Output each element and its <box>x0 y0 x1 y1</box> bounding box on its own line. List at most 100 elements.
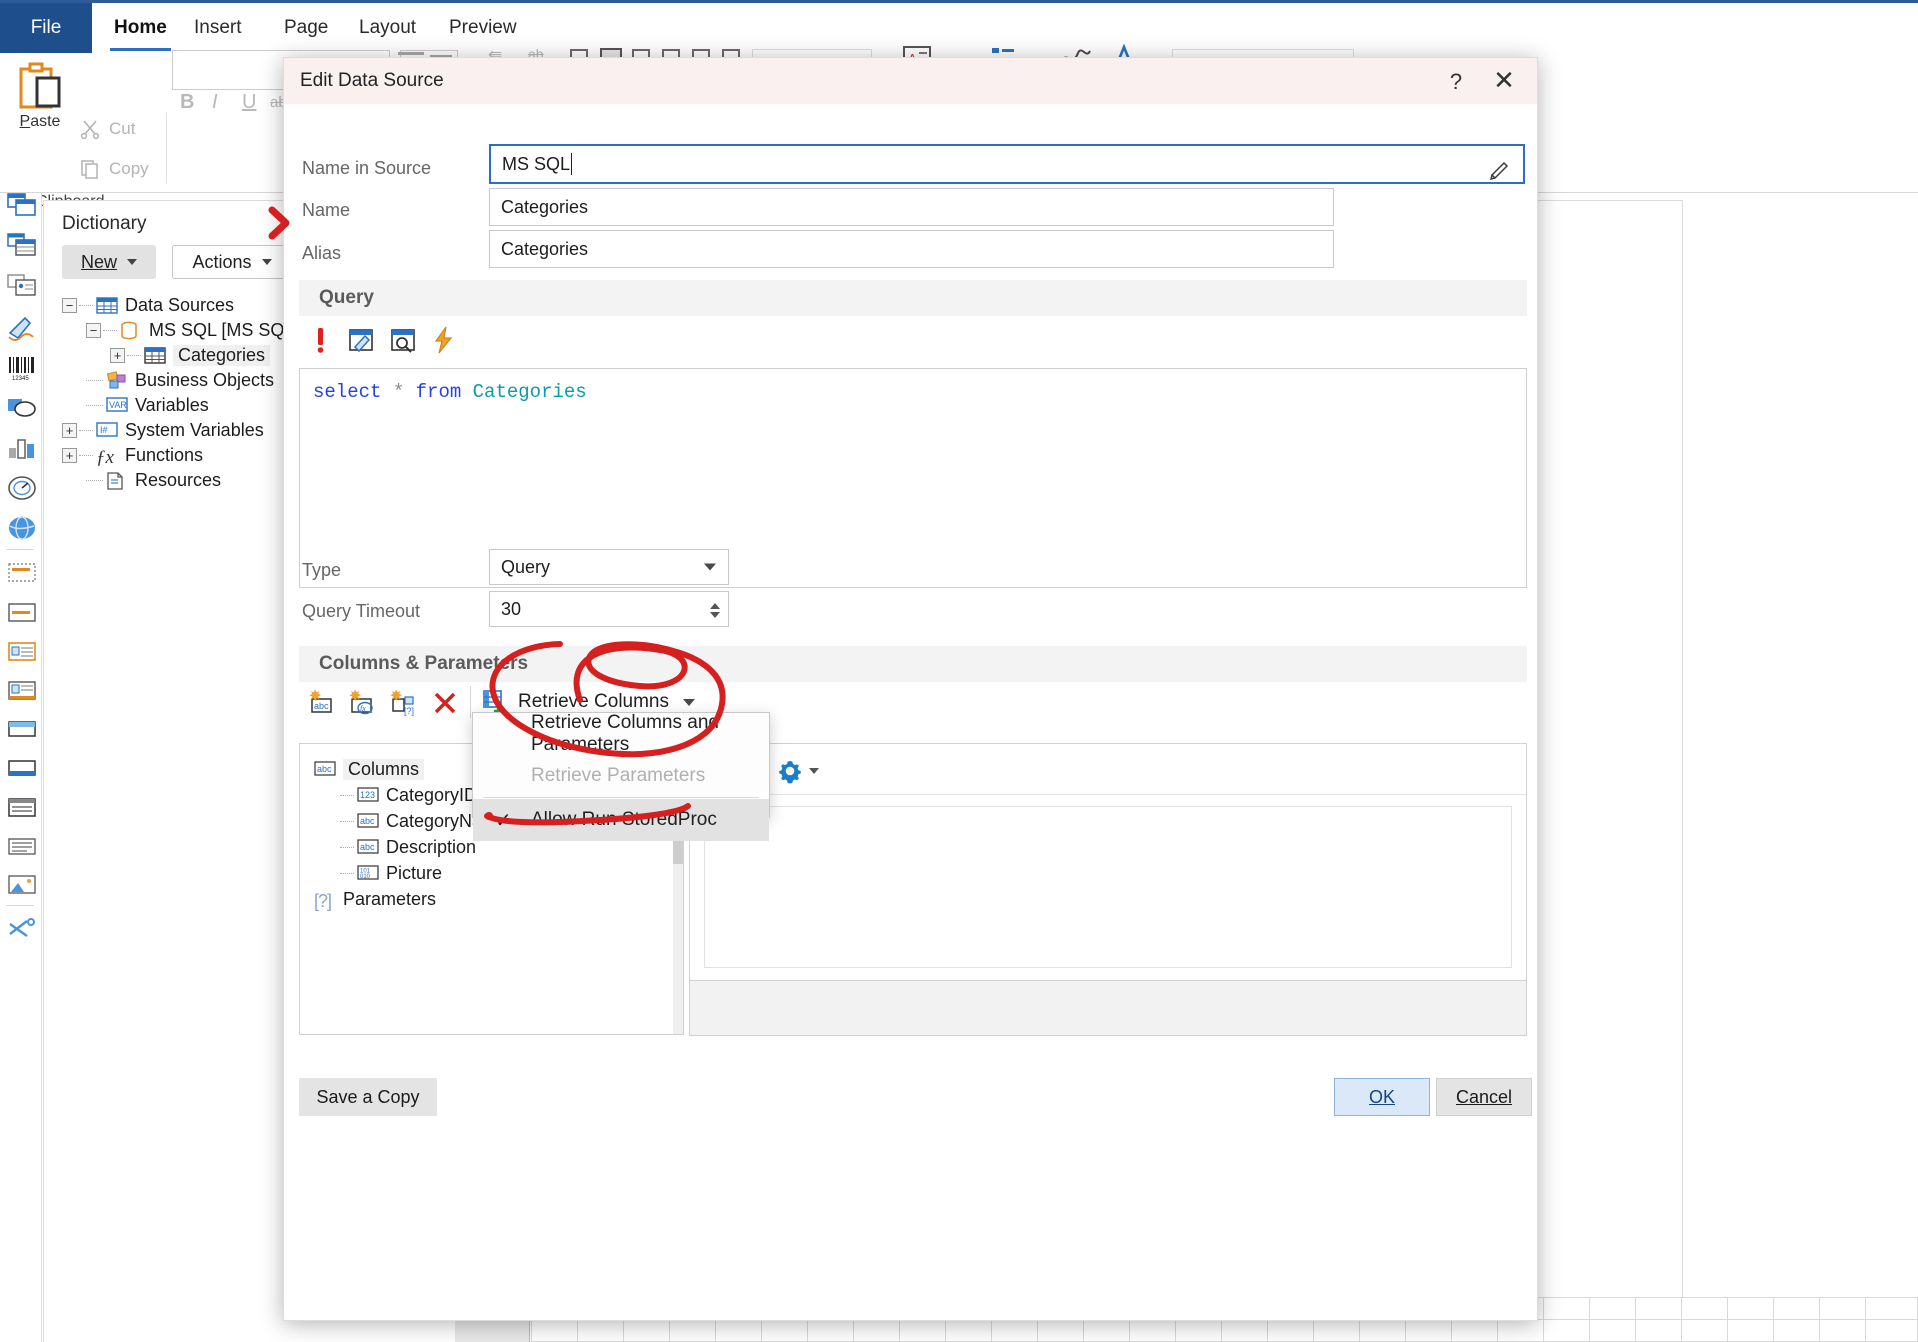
preview-query-icon[interactable] <box>390 328 418 356</box>
type-select[interactable]: Query <box>489 549 729 585</box>
chevron-down-icon[interactable] <box>683 698 695 706</box>
name-in-source-input[interactable]: MS SQL <box>489 144 1525 184</box>
chevron-down-icon <box>704 563 716 571</box>
underline-button[interactable]: U <box>242 91 256 114</box>
header-band-icon[interactable] <box>7 718 37 744</box>
tree-node-resources[interactable]: Resources <box>62 468 299 493</box>
expander-plus-icon[interactable]: + <box>62 423 77 438</box>
tree-node-business-objects[interactable]: Business Objects <box>62 368 299 393</box>
tab-page-label: Page <box>284 17 329 38</box>
expander-plus-icon[interactable]: + <box>110 348 125 363</box>
red-arrow-icon <box>268 206 290 240</box>
shape-icon[interactable] <box>7 396 37 422</box>
svg-text:abc: abc <box>360 842 375 852</box>
columns-node-parameters[interactable]: [?] Parameters <box>314 886 507 912</box>
tab-home[interactable]: Home <box>100 3 181 53</box>
spinner-up-icon[interactable] <box>710 602 720 609</box>
parameter-icon: [?] <box>314 890 332 911</box>
tree-label: System Variables <box>125 420 264 440</box>
report-title-band-icon[interactable] <box>7 561 37 587</box>
menu-item-retrieve-columns-and-parameters[interactable]: Retrieve Columns and Parameters <box>473 712 769 755</box>
properties-panel[interactable] <box>689 743 1527 981</box>
cancel-button[interactable]: Cancel <box>1436 1078 1532 1116</box>
name-in-source-label: Name in Source <box>302 158 432 178</box>
expander-minus-icon[interactable]: − <box>86 323 101 338</box>
run-query-icon[interactable] <box>432 326 460 354</box>
tab-insert[interactable]: Insert <box>180 3 256 53</box>
text-band-icon[interactable] <box>7 835 37 861</box>
paste-button[interactable]: PPasteaste <box>10 61 70 166</box>
delete-icon[interactable] <box>432 690 460 718</box>
tab-preview[interactable]: Preview <box>435 3 531 53</box>
barcode-icon[interactable]: 12345 <box>7 355 37 382</box>
actions-button[interactable]: Actions <box>172 245 292 279</box>
group-header-band-icon[interactable] <box>7 640 37 666</box>
menu-item-allow-run-storedproc[interactable]: ✓ Allow Run StoredProc <box>473 799 769 841</box>
cut-button[interactable]: Cut <box>80 119 135 140</box>
query-section-title: Query <box>319 287 374 308</box>
chevron-down-icon[interactable] <box>809 768 819 774</box>
bold-button[interactable]: B <box>180 91 194 114</box>
map-globe-icon[interactable] <box>7 515 37 541</box>
tool-rail: 12345 <box>0 193 42 1342</box>
tools-icon[interactable] <box>7 916 37 942</box>
tree-node-variables[interactable]: VAR Variables <box>62 393 299 418</box>
copy-button[interactable]: Copy <box>80 159 149 179</box>
tab-layout[interactable]: Layout <box>345 3 430 53</box>
group-footer-band-icon[interactable] <box>7 679 37 705</box>
spinner-down-icon[interactable] <box>710 611 720 618</box>
help-button[interactable]: ? <box>1443 69 1469 95</box>
ok-button[interactable]: OK <box>1334 1078 1430 1116</box>
alias-input[interactable]: Categories <box>489 230 1334 268</box>
error-icon[interactable] <box>308 326 336 354</box>
name-input[interactable]: Categories <box>489 188 1334 226</box>
tree-node-ms-sql[interactable]: − MS SQL [MS SQL] <box>62 318 299 343</box>
tree-label: Business Objects <box>135 370 275 390</box>
table-band-icon[interactable] <box>7 796 37 822</box>
expander-minus-icon[interactable]: − <box>62 298 77 313</box>
new-button[interactable]: New <box>62 245 156 279</box>
footer-band-icon[interactable] <box>7 757 37 783</box>
query-timeout-input[interactable]: 30 <box>489 591 729 627</box>
ok-label: OK <box>1368 1086 1395 1107</box>
new-expression-column-icon[interactable]: fx <box>348 688 376 716</box>
edit-query-icon[interactable] <box>348 328 376 356</box>
tree-node-functions[interactable]: + ƒx Functions <box>62 443 299 468</box>
expander-plus-icon[interactable]: + <box>62 448 77 463</box>
tab-insert-label: Insert <box>194 17 242 38</box>
sql-editor[interactable]: select * from Categories <box>299 368 1527 588</box>
italic-button[interactable]: I <box>212 91 218 114</box>
tab-page[interactable]: Page <box>270 3 342 53</box>
close-button[interactable]: ✕ <box>1491 67 1517 93</box>
system-variable-icon: I# <box>96 422 118 439</box>
alias-value: Categories <box>501 238 589 259</box>
chart-icon[interactable] <box>7 436 37 462</box>
svg-text:VAR: VAR <box>109 400 127 410</box>
spinner-buttons[interactable] <box>703 593 727 627</box>
page-header-band-icon[interactable] <box>7 601 37 627</box>
new-column-icon[interactable]: abc <box>308 688 336 716</box>
new-parameter-icon[interactable]: [?] <box>389 688 417 716</box>
tree-connector <box>127 355 141 356</box>
image-band-icon[interactable] <box>7 873 37 899</box>
pen-tool-icon[interactable] <box>7 315 37 341</box>
tree-node-categories[interactable]: + Categories <box>62 343 299 368</box>
card-band-icon[interactable] <box>7 273 37 299</box>
columns-node-picture[interactable]: 101 010 Picture <box>314 860 507 886</box>
gauge-icon[interactable] <box>7 475 37 501</box>
gear-icon <box>777 758 803 784</box>
tab-file[interactable]: File <box>0 3 92 53</box>
tree-label: Data Sources <box>125 295 235 315</box>
properties-gear-button[interactable] <box>777 758 819 784</box>
data-band-icon[interactable] <box>7 233 37 259</box>
tree-node-system-variables[interactable]: + I# System Variables <box>62 418 299 443</box>
properties-grid[interactable] <box>704 806 1512 968</box>
report-page-icon[interactable] <box>7 193 37 219</box>
type-value: Query <box>501 556 551 577</box>
save-a-copy-button[interactable]: Save a Copy <box>299 1078 437 1116</box>
tree-node-data-sources[interactable]: − Data Sources <box>62 293 299 318</box>
edit-pencil-icon[interactable] <box>1489 158 1511 181</box>
sql-token-from: from <box>415 381 462 403</box>
sql-text: select * from Categories <box>313 381 587 403</box>
variable-icon: VAR <box>106 397 128 414</box>
